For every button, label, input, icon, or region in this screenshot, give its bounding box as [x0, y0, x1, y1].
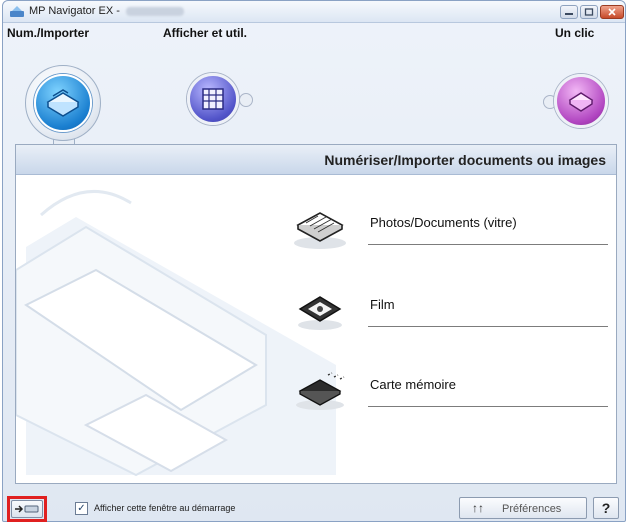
- toggle-button-highlight: [7, 496, 47, 522]
- film-label: Film: [370, 297, 395, 312]
- bottom-bar: ✓ Afficher cette fenêtre au démarrage ↑↑…: [3, 495, 625, 523]
- help-button[interactable]: ?: [593, 497, 619, 519]
- scan-import-mode-button[interactable]: [25, 65, 101, 141]
- menu-underline: [368, 326, 608, 327]
- minimize-icon: [565, 13, 573, 15]
- window-title: MP Navigator EX -: [29, 5, 184, 17]
- one-click-icon: [568, 92, 594, 112]
- film-item[interactable]: Film: [288, 287, 608, 333]
- scan-import-panel: Numériser/Importer documents ou images P…: [15, 144, 617, 484]
- memory-card-label: Carte mémoire: [370, 377, 456, 392]
- photos-documents-icon: [294, 212, 346, 249]
- preferences-button[interactable]: ↑↑ Préférences: [459, 497, 587, 519]
- mp-navigator-window: MP Navigator EX - Num./Importer Afficher…: [2, 0, 626, 522]
- close-icon: [608, 8, 616, 16]
- app-icon: [10, 6, 24, 17]
- view-use-icon: [202, 88, 224, 110]
- maximize-icon: [584, 8, 594, 16]
- minimize-button[interactable]: [560, 5, 578, 19]
- panel-title: Numériser/Importer documents ou images: [324, 152, 606, 168]
- photos-documents-label: Photos/Documents (vitre): [370, 215, 517, 230]
- mode-label-view-use: Afficher et util.: [163, 26, 248, 40]
- menu-underline: [368, 406, 608, 407]
- show-at-startup-checkbox[interactable]: ✓: [75, 502, 88, 515]
- preferences-icon: ↑↑: [472, 501, 484, 515]
- mode-label-one-click: Un clic: [555, 26, 595, 40]
- maximize-button[interactable]: [580, 5, 598, 19]
- memory-card-item[interactable]: Carte mémoire: [288, 367, 608, 413]
- show-at-startup-label: Afficher cette fenêtre au démarrage: [94, 503, 236, 513]
- photos-documents-item[interactable]: Photos/Documents (vitre): [288, 205, 608, 251]
- film-icon: [298, 296, 342, 330]
- menu-underline: [368, 244, 608, 245]
- close-button[interactable]: [600, 5, 624, 19]
- scanner-icon: [46, 89, 80, 117]
- panel-header: Numériser/Importer documents ou images: [16, 145, 616, 175]
- view-use-mode-button[interactable]: [183, 69, 243, 129]
- mode-label-scan-import: Num./Importer: [7, 26, 90, 40]
- blurred-model-name: [125, 6, 184, 16]
- one-click-mode-button[interactable]: [549, 69, 613, 133]
- memory-card-icon: [296, 372, 345, 410]
- title-bar[interactable]: MP Navigator EX -: [3, 1, 625, 23]
- preferences-label: Préférences: [502, 503, 562, 515]
